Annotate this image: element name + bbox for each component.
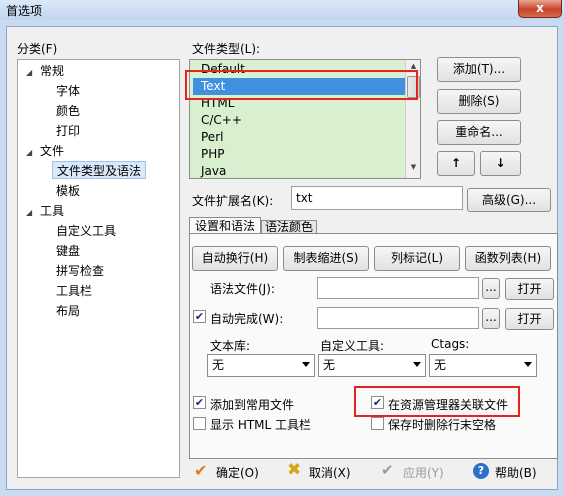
list-item[interactable]: C/C++ [193, 112, 405, 129]
tree-item-font[interactable]: 字体 [56, 82, 80, 100]
tab-syntax-color[interactable]: 语法颜色 [261, 220, 317, 234]
ok-button[interactable]: ✔ 确定(O) [190, 460, 278, 484]
tree-item-color[interactable]: 颜色 [56, 102, 80, 120]
rename-button[interactable]: 重命名... [437, 120, 521, 145]
highlight-box [354, 386, 520, 417]
apply-button[interactable]: ✔ 应用(Y) [377, 460, 465, 484]
ok-label: 确定(O) [216, 466, 259, 480]
custom-tool-label: 自定义工具: [320, 339, 385, 353]
check-icon: ✔ [194, 396, 205, 409]
close-icon: x [536, 1, 544, 15]
open-autocomplete-button[interactable]: 打开 [505, 308, 554, 330]
advanced-button[interactable]: 高级(G)... [467, 188, 551, 212]
auto-wrap-button[interactable]: 自动换行(H) [192, 246, 278, 271]
title-bar: 首选项 [0, 0, 564, 20]
function-list-button[interactable]: 函数列表(H) [465, 246, 551, 271]
browse-autocomplete-button[interactable]: ... [482, 308, 500, 329]
tab-indent-button[interactable]: 制表缩进(S) [283, 246, 369, 271]
help-label: 帮助(B) [495, 466, 537, 480]
tree-item-print[interactable]: 打印 [56, 122, 80, 140]
close-button[interactable]: x [518, 0, 562, 18]
expand-arrow-icon[interactable]: ◢ [26, 148, 32, 157]
add-button[interactable]: 添加(T)... [437, 57, 521, 82]
tab-settings[interactable]: 设置和语法 [189, 217, 261, 234]
extension-label: 文件扩展名(K): [192, 194, 274, 208]
category-tree: ◢ 常规 字体 颜色 打印 ◢ 文件 文件类型及语法 模板 ◢ 工具 自定义工具… [17, 59, 180, 478]
apply-check-icon: ✔ [381, 461, 394, 479]
extension-input[interactable]: txt [291, 186, 463, 210]
tree-item-keyboard[interactable]: 键盘 [56, 242, 80, 260]
custom-tool-select[interactable]: 无 [318, 354, 426, 377]
cancel-button[interactable]: ✖ 取消(X) [283, 460, 371, 484]
custom-tool-select-value: 无 [323, 358, 336, 372]
tree-item-custom-tools[interactable]: 自定义工具 [56, 222, 116, 240]
window-title: 首选项 [6, 4, 43, 18]
tree-item-templates[interactable]: 模板 [56, 182, 80, 200]
move-up-button[interactable]: ↑ [437, 151, 475, 176]
tree-item-general[interactable]: 常规 [40, 62, 64, 80]
check-icon: ✔ [194, 310, 205, 323]
move-down-button[interactable]: ↓ [480, 151, 521, 176]
chevron-down-icon [302, 362, 310, 367]
html-toolbar-label: 显示 HTML 工具栏 [210, 418, 312, 432]
html-toolbar-checkbox[interactable] [193, 417, 206, 430]
library-select[interactable]: 无 [207, 354, 315, 377]
list-item[interactable]: PHP [193, 146, 405, 163]
list-item[interactable]: Java [193, 163, 405, 178]
tree-item-file[interactable]: 文件 [40, 142, 64, 160]
column-marker-button[interactable]: 列标记(L) [374, 246, 460, 271]
chevron-down-icon [524, 362, 532, 367]
ctags-select-value: 无 [434, 358, 447, 372]
tree-item-file-types[interactable]: 文件类型及语法 [52, 161, 147, 179]
tree-item-tools[interactable]: 工具 [40, 202, 64, 220]
expand-arrow-icon[interactable]: ◢ [26, 68, 32, 77]
dialog-body: 分类(F) ◢ 常规 字体 颜色 打印 ◢ 文件 文件类型及语法 模板 ◢ 工具… [6, 26, 558, 490]
browse-syntax-button[interactable]: ... [482, 278, 500, 299]
category-label: 分类(F) [17, 42, 58, 56]
autocomplete-input[interactable] [317, 307, 479, 329]
chevron-down-icon [413, 362, 421, 367]
expand-arrow-icon[interactable]: ◢ [26, 208, 32, 217]
checkmark-icon: ✔ [194, 461, 208, 480]
autocomplete-label: 自动完成(W): [210, 312, 284, 326]
cancel-x-icon: ✖ [287, 460, 302, 480]
highlight-box [185, 70, 418, 100]
add-common-label: 添加到常用文件 [210, 398, 295, 412]
library-label: 文本库: [210, 339, 251, 353]
scroll-down-icon[interactable]: ▼ [408, 163, 419, 175]
syntax-file-input[interactable] [317, 277, 479, 299]
apply-label: 应用(Y) [403, 466, 444, 480]
help-button[interactable]: ? 帮助(B) [469, 460, 555, 484]
tree-item-spell-check[interactable]: 拼写检查 [56, 262, 104, 280]
open-syntax-button[interactable]: 打开 [505, 278, 554, 300]
delete-button[interactable]: 删除(S) [437, 89, 521, 114]
file-types-label: 文件类型(L): [192, 42, 261, 56]
tree-item-layout[interactable]: 布局 [56, 302, 80, 320]
trim-trailing-label: 保存时删除行末空格 [388, 418, 497, 432]
autocomplete-checkbox[interactable]: ✔ [193, 310, 206, 323]
ctags-select[interactable]: 无 [429, 354, 537, 377]
cancel-label: 取消(X) [309, 466, 351, 480]
trim-trailing-checkbox[interactable] [371, 417, 384, 430]
tree-item-toolbar[interactable]: 工具栏 [56, 282, 92, 300]
ctags-label: Ctags: [431, 337, 470, 351]
add-common-checkbox[interactable]: ✔ [193, 396, 206, 409]
list-item[interactable]: Perl [193, 129, 405, 146]
library-select-value: 无 [212, 358, 225, 372]
help-icon: ? [473, 463, 489, 479]
syntax-file-label: 语法文件(J): [210, 282, 275, 296]
